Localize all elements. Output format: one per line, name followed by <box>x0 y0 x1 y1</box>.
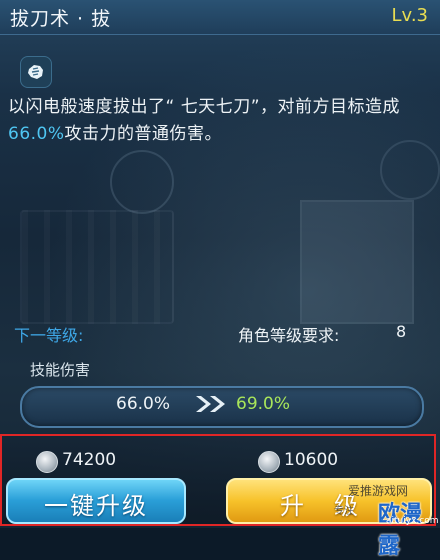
description-text: 以闪电般速度拔出了“ 七天七刀”，对前方目标造成 <box>8 97 401 117</box>
upgrade-cost: 10600 <box>284 450 339 470</box>
description-highlight: 66.0% <box>8 124 65 144</box>
level-requirement-value: 8 <box>396 322 407 341</box>
level-requirement-label: 角色等级要求: <box>238 326 340 345</box>
watermark-url: aituiyx.com <box>386 516 439 526</box>
fist-icon <box>20 56 52 88</box>
one-click-upgrade-button[interactable]: 一键升级 <box>6 478 186 524</box>
next-level-label: 下一等级: <box>14 326 84 345</box>
double-arrow-icon <box>194 394 230 418</box>
skill-detail-panel: 拔刀术 · 拔 Lv.3 以闪电般速度拔出了“ 七天七刀”，对前方目标造成 66.… <box>0 0 440 559</box>
background-ring <box>110 150 174 214</box>
background-window <box>300 200 414 324</box>
title-bar: 拔刀术 · 拔 Lv.3 <box>0 0 440 35</box>
background-ring-right <box>380 140 440 200</box>
silver-coin-icon <box>36 451 58 473</box>
current-damage-value: 66.0% <box>116 394 171 414</box>
watermark-side: 专注 <box>334 506 354 517</box>
background-bookshelf <box>20 210 174 324</box>
one-click-upgrade-label: 一键升级 <box>44 492 148 520</box>
skill-damage-label: 技能伤害 <box>30 361 91 379</box>
skill-level: Lv.3 <box>391 5 428 26</box>
silver-coin-icon <box>258 451 280 473</box>
one-click-cost: 74200 <box>62 450 117 470</box>
next-damage-value: 69.0% <box>236 394 291 414</box>
watermark-logo: 欧漫露 <box>378 502 423 559</box>
description-text-end: 攻击力的普通伤害。 <box>64 124 223 144</box>
skill-name: 拔刀术 · 拔 <box>10 8 112 30</box>
skill-description: 以闪电般速度拔出了“ 七天七刀”，对前方目标造成 66.0%攻击力的普通伤害。 <box>8 94 428 148</box>
